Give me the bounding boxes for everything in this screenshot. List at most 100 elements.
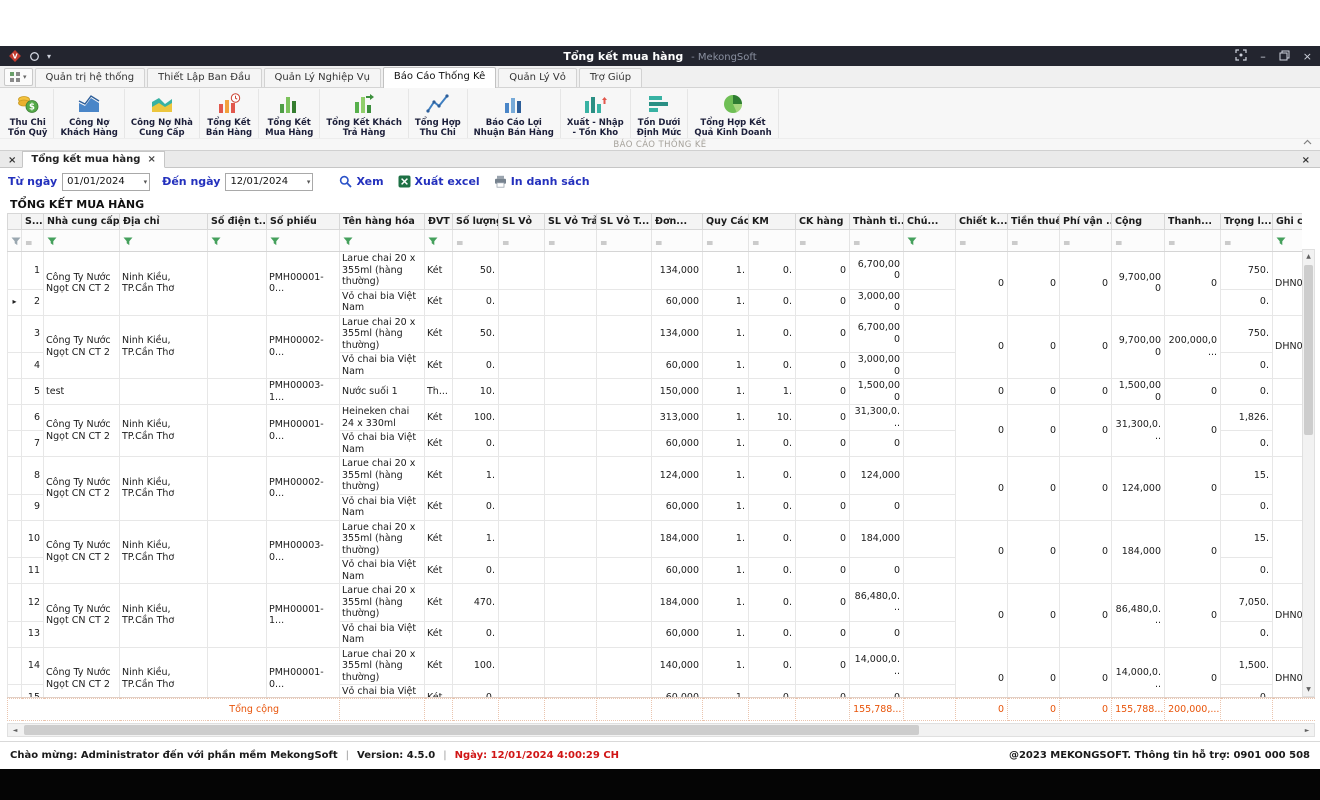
cell-chu[interactable] bbox=[904, 315, 956, 353]
cell-phone[interactable] bbox=[208, 520, 267, 584]
app-menu-button[interactable]: ▾ bbox=[4, 68, 33, 86]
cell-ck_hang[interactable]: 0 bbox=[796, 252, 850, 290]
cell-address[interactable]: Ninh Kiều, TP.Cần Thơ bbox=[120, 315, 208, 379]
filter-cell-so_luong[interactable]: = bbox=[453, 230, 499, 252]
table-row[interactable]: 6Công Ty Nước Ngọt CN CT 2Ninh Kiều, TP.… bbox=[8, 405, 1303, 431]
ribbon-button-tong-ket-mua-hang[interactable]: Tổng Kết Mua Hàng bbox=[259, 89, 320, 138]
cell-ck_hang[interactable]: 0 bbox=[796, 431, 850, 457]
col-header-phi_van[interactable]: Phí vận ... bbox=[1060, 214, 1112, 230]
view-button[interactable]: Xem bbox=[339, 175, 383, 188]
cell-sl_vo_t[interactable] bbox=[597, 621, 652, 647]
col-header-cong[interactable]: Cộng bbox=[1112, 214, 1165, 230]
col-header-phone[interactable]: Số điện t... bbox=[208, 214, 267, 230]
cell-indicator[interactable] bbox=[8, 584, 22, 622]
cell-indicator[interactable] bbox=[8, 379, 22, 405]
cell-product[interactable]: Vỏ chai bia Việt Nam bbox=[340, 431, 425, 457]
ribbon-button-bao-cao-loi-nhuan-ban-hang[interactable]: Báo Cáo Lợi Nhuận Bán Hàng bbox=[468, 89, 561, 138]
cell-supplier[interactable]: Công Ty Nước Ngọt CN CT 2 bbox=[44, 405, 120, 457]
cell-sl_vo[interactable] bbox=[499, 621, 545, 647]
col-header-don_gia[interactable]: Đơn... bbox=[652, 214, 703, 230]
cell-km[interactable]: 1. bbox=[749, 379, 796, 405]
cell-sl_vo_tra[interactable] bbox=[545, 647, 597, 685]
cell-don_gia[interactable]: 60,000 bbox=[652, 431, 703, 457]
cell-chiet_khau[interactable]: 0 bbox=[956, 405, 1008, 457]
tab-close-icon[interactable]: × bbox=[147, 154, 155, 165]
cell-trong_luong[interactable]: 0. bbox=[1221, 289, 1273, 315]
cell-thanh_tien[interactable]: 0 bbox=[850, 685, 904, 698]
col-header-ck_hang[interactable]: CK hàng bbox=[796, 214, 850, 230]
cell-thanh_tien[interactable]: 6,700,000 bbox=[850, 315, 904, 353]
cell-thanh_tien[interactable]: 124,000 bbox=[850, 457, 904, 495]
cell-sl_vo_tra[interactable] bbox=[545, 685, 597, 698]
col-header-trong_luong[interactable]: Trọng l... bbox=[1221, 214, 1273, 230]
cell-dvt[interactable]: Két bbox=[425, 315, 453, 353]
cell-trong_luong[interactable]: 0. bbox=[1221, 558, 1273, 584]
col-header-sl_vo_tra[interactable]: SL Vỏ Trả bbox=[545, 214, 597, 230]
filter-cell-tien_thue[interactable]: = bbox=[1008, 230, 1060, 252]
cell-dvt[interactable]: Két bbox=[425, 494, 453, 520]
cell-phi_van[interactable]: 0 bbox=[1060, 584, 1112, 648]
cell-quy_cach[interactable]: 1. bbox=[703, 315, 749, 353]
cell-address[interactable]: Ninh Kiều, TP.Cần Thơ bbox=[120, 584, 208, 648]
cell-so_luong[interactable]: 0. bbox=[453, 353, 499, 379]
cell-sl_vo[interactable] bbox=[499, 252, 545, 290]
cell-ck_hang[interactable]: 0 bbox=[796, 494, 850, 520]
cell-don_gia[interactable]: 60,000 bbox=[652, 353, 703, 379]
filter-cell-phi_van[interactable]: = bbox=[1060, 230, 1112, 252]
cell-cong[interactable]: 86,480,0... bbox=[1112, 584, 1165, 648]
cell-receipt[interactable]: PMH00003-1... bbox=[267, 379, 340, 405]
menu-tab-thiet-lap-ban-dau[interactable]: Thiết Lập Ban Đầu bbox=[147, 68, 261, 87]
cell-product[interactable]: Larue chai 20 x 355ml (hàng thường) bbox=[340, 315, 425, 353]
cell-phi_van[interactable]: 0 bbox=[1060, 315, 1112, 379]
cell-sl_vo[interactable] bbox=[499, 558, 545, 584]
cell-stt[interactable]: 15 bbox=[22, 685, 44, 698]
cell-sl_vo_t[interactable] bbox=[597, 315, 652, 353]
cell-chiet_khau[interactable]: 0 bbox=[956, 457, 1008, 521]
cell-km[interactable]: 0. bbox=[749, 584, 796, 622]
horizontal-scroll-thumb[interactable] bbox=[24, 725, 919, 735]
cell-thanh_tien[interactable]: 1,500,000 bbox=[850, 379, 904, 405]
cell-so_luong[interactable]: 50. bbox=[453, 252, 499, 290]
cell-chiet_khau[interactable]: 0 bbox=[956, 647, 1008, 697]
cell-thanh_toan[interactable]: 0 bbox=[1165, 457, 1221, 521]
cell-address[interactable]: Ninh Kiều, TP.Cần Thơ bbox=[120, 252, 208, 316]
cell-chu[interactable] bbox=[904, 558, 956, 584]
cell-product[interactable]: Vỏ chai bia Việt Nam bbox=[340, 621, 425, 647]
cell-chu[interactable] bbox=[904, 379, 956, 405]
cell-cong[interactable]: 14,000,0... bbox=[1112, 647, 1165, 697]
cell-thanh_toan[interactable]: 0 bbox=[1165, 520, 1221, 584]
cell-don_gia[interactable]: 150,000 bbox=[652, 379, 703, 405]
export-excel-button[interactable]: Xuất excel bbox=[398, 175, 480, 188]
cell-supplier[interactable]: Công Ty Nước Ngọt CN CT 2 bbox=[44, 252, 120, 316]
cell-tien_thue[interactable]: 0 bbox=[1008, 584, 1060, 648]
cell-indicator[interactable] bbox=[8, 315, 22, 353]
cell-dvt[interactable]: Két bbox=[425, 289, 453, 315]
cell-thanh_tien[interactable]: 0 bbox=[850, 494, 904, 520]
ribbon-button-cong-no-nha-cung-cap[interactable]: Công Nợ Nhà Cung Cấp bbox=[125, 89, 200, 138]
filter-cell-sl_vo_tra[interactable]: = bbox=[545, 230, 597, 252]
cell-thanh_toan[interactable]: 0 bbox=[1165, 252, 1221, 316]
table-row[interactable]: 5testPMH00003-1...Nước suối 1Th...10.150… bbox=[8, 379, 1303, 405]
filter-cell-cong[interactable]: = bbox=[1112, 230, 1165, 252]
cell-trong_luong[interactable]: 1,500. bbox=[1221, 647, 1273, 685]
cell-thanh_tien[interactable]: 31,300,0... bbox=[850, 405, 904, 431]
cell-sl_vo_tra[interactable] bbox=[545, 520, 597, 558]
cell-stt[interactable]: 10 bbox=[22, 520, 44, 558]
cell-chu[interactable] bbox=[904, 405, 956, 431]
cell-trong_luong[interactable]: 750. bbox=[1221, 315, 1273, 353]
cell-quy_cach[interactable]: 1. bbox=[703, 405, 749, 431]
cell-dvt[interactable]: Két bbox=[425, 584, 453, 622]
cell-supplier[interactable]: Công Ty Nước Ngọt CN CT 2 bbox=[44, 315, 120, 379]
cell-sl_vo_t[interactable] bbox=[597, 353, 652, 379]
cell-quy_cach[interactable]: 1. bbox=[703, 520, 749, 558]
cell-dvt[interactable]: Két bbox=[425, 520, 453, 558]
col-header-stt[interactable]: S... bbox=[22, 214, 44, 230]
cell-chu[interactable] bbox=[904, 457, 956, 495]
col-header-thanh_tien[interactable]: Thành ti... bbox=[850, 214, 904, 230]
cell-chu[interactable] bbox=[904, 621, 956, 647]
scroll-left-icon[interactable]: ◄ bbox=[8, 724, 22, 736]
cell-address[interactable]: Ninh Kiều, TP.Cần Thơ bbox=[120, 647, 208, 697]
cell-product[interactable]: Vỏ chai bia Việt Nam bbox=[340, 289, 425, 315]
cell-sl_vo_t[interactable] bbox=[597, 405, 652, 431]
ribbon-button-tong-ket-khach-tra-hang[interactable]: Tổng Kết Khách Trả Hàng bbox=[320, 89, 409, 138]
